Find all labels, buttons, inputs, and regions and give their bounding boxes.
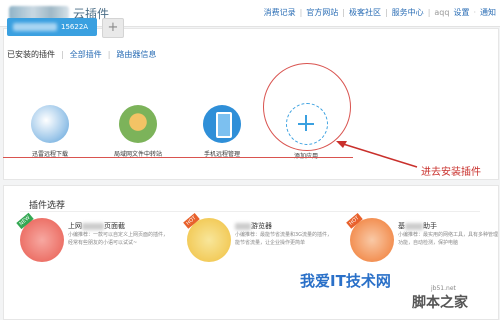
annotation-text: 进去安装插件 <box>421 167 481 178</box>
plugin-name: 基助手 <box>398 222 437 230</box>
plugin-desc: 小编推荐：最能节省流量和3G流量的插件，能节省流量，让企业操作更简单 <box>235 232 333 246</box>
plugin-desc: 小编推荐：一款可以自定义上网页面的插件，经常有些朋友的小语可以试试~ <box>68 232 169 246</box>
plugin-desc: 小编推荐：最实用的网络工具，具有多种管理功能，自动检测，保护电脑 <box>398 232 499 246</box>
divider <box>20 211 480 212</box>
watermark-domain: jb51.net <box>431 285 456 292</box>
plugin-name: 上网 页面截 <box>68 222 125 230</box>
recommend-item-2[interactable]: HOT 游览器 小编推荐：最能节省流量和3G流量的插件，能节省流量，让企业操作更… <box>183 213 337 278</box>
plugin-thumb-icon <box>350 218 394 262</box>
watermark-text: 我爱IT技术网 <box>300 272 391 290</box>
recommend-title: 插件选荐 <box>29 201 66 211</box>
recommend-item-1[interactable]: NEW 上网 页面截 小编推荐：一款可以自定义上网页面的插件，经常有些朋友的小语可… <box>16 212 170 278</box>
plugin-name: 游览器 <box>235 221 272 231</box>
recommend-item-3[interactable]: HOT 基助手 小编推荐：最实用的网络工具，具有多种管理功能，自动检测，保护电脑 <box>346 213 500 278</box>
watermark-site: 脚本之家 <box>412 295 468 311</box>
plugin-thumb-icon <box>187 218 231 262</box>
